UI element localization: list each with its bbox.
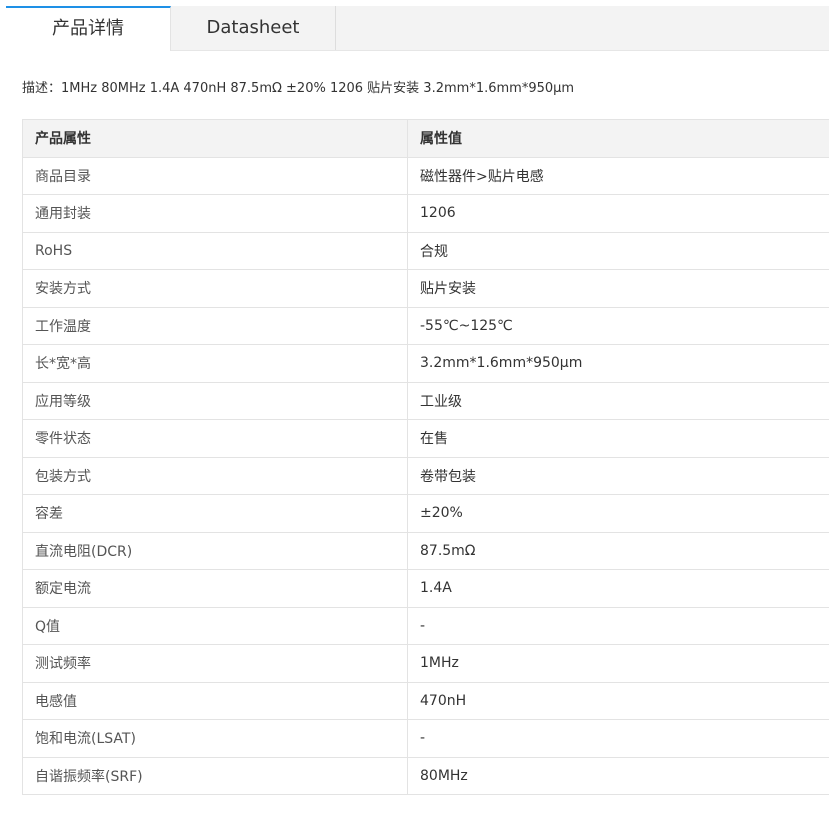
attribute-value: ±20% xyxy=(407,494,829,533)
attribute-name: 自谐振频率(SRF) xyxy=(22,756,408,795)
table-row: 包装方式 卷带包装 xyxy=(22,456,829,495)
attribute-name: 测试频率 xyxy=(22,644,408,683)
attribute-name: 饱和电流(LSAT) xyxy=(22,719,408,758)
table-row: 容差 ±20% xyxy=(22,494,829,533)
attribute-name: 容差 xyxy=(22,494,408,533)
attribute-value: 磁性器件>贴片电感 xyxy=(407,156,829,195)
attribute-name: 通用封装 xyxy=(22,194,408,233)
table-row: 长*宽*高 3.2mm*1.6mm*950μm xyxy=(22,344,829,383)
attribute-value: 在售 xyxy=(407,419,829,458)
attribute-value: - xyxy=(407,719,829,758)
attribute-value: 80MHz xyxy=(407,756,829,795)
tab-bar: 产品详情 Datasheet xyxy=(6,6,829,51)
attribute-value: 1.4A xyxy=(407,569,829,608)
attribute-name: 额定电流 xyxy=(22,569,408,608)
table-row: 工作温度 -55℃~125℃ xyxy=(22,306,829,345)
table-row: RoHS 合规 xyxy=(22,231,829,270)
attribute-name: 直流电阻(DCR) xyxy=(22,531,408,570)
table-header-row: 产品属性 属性值 xyxy=(22,119,829,158)
tab-product-details[interactable]: 产品详情 xyxy=(6,6,171,51)
attribute-name: 商品目录 xyxy=(22,156,408,195)
table-row: 饱和电流(LSAT) - xyxy=(22,719,829,758)
table-row: 额定电流 1.4A xyxy=(22,569,829,608)
table-row: 安装方式 贴片安装 xyxy=(22,269,829,308)
product-attributes-table: 产品属性 属性值 商品目录 磁性器件>贴片电感 通用封装 1206 RoHS 合规 安… xyxy=(22,119,829,795)
attribute-name: 零件状态 xyxy=(22,419,408,458)
attribute-name: 应用等级 xyxy=(22,381,408,420)
attribute-value: - xyxy=(407,606,829,645)
table-row: 零件状态 在售 xyxy=(22,419,829,458)
attribute-name: RoHS xyxy=(22,231,408,270)
attribute-value: 工业级 xyxy=(407,381,829,420)
table-row: 测试频率 1MHz xyxy=(22,644,829,683)
attribute-name: 电感值 xyxy=(22,681,408,720)
attribute-value: 1MHz xyxy=(407,644,829,683)
table-row: Q值 - xyxy=(22,606,829,645)
table-row: 商品目录 磁性器件>贴片电感 xyxy=(22,156,829,195)
attribute-value: 合规 xyxy=(407,231,829,270)
attribute-value: 贴片安装 xyxy=(407,269,829,308)
attribute-value: 470nH xyxy=(407,681,829,720)
attribute-value: 3.2mm*1.6mm*950μm xyxy=(407,344,829,383)
table-row: 应用等级 工业级 xyxy=(22,381,829,420)
column-header-value: 属性值 xyxy=(407,119,829,158)
attribute-name: Q值 xyxy=(22,606,408,645)
product-description: 描述：1MHz 80MHz 1.4A 470nH 87.5mΩ ±20% 120… xyxy=(22,81,575,96)
tab-datasheet[interactable]: Datasheet xyxy=(171,6,336,50)
table-row: 电感值 470nH xyxy=(22,681,829,720)
table-row: 自谐振频率(SRF) 80MHz xyxy=(22,756,829,795)
attribute-name: 工作温度 xyxy=(22,306,408,345)
attribute-name: 包装方式 xyxy=(22,456,408,495)
attribute-name: 安装方式 xyxy=(22,269,408,308)
attribute-name: 长*宽*高 xyxy=(22,344,408,383)
attribute-value: 1206 xyxy=(407,194,829,233)
table-row: 直流电阻(DCR) 87.5mΩ xyxy=(22,531,829,570)
column-header-attribute: 产品属性 xyxy=(22,119,408,158)
table-row: 通用封装 1206 xyxy=(22,194,829,233)
attribute-value: 87.5mΩ xyxy=(407,531,829,570)
attribute-value: -55℃~125℃ xyxy=(407,306,829,345)
attribute-value: 卷带包装 xyxy=(407,456,829,495)
